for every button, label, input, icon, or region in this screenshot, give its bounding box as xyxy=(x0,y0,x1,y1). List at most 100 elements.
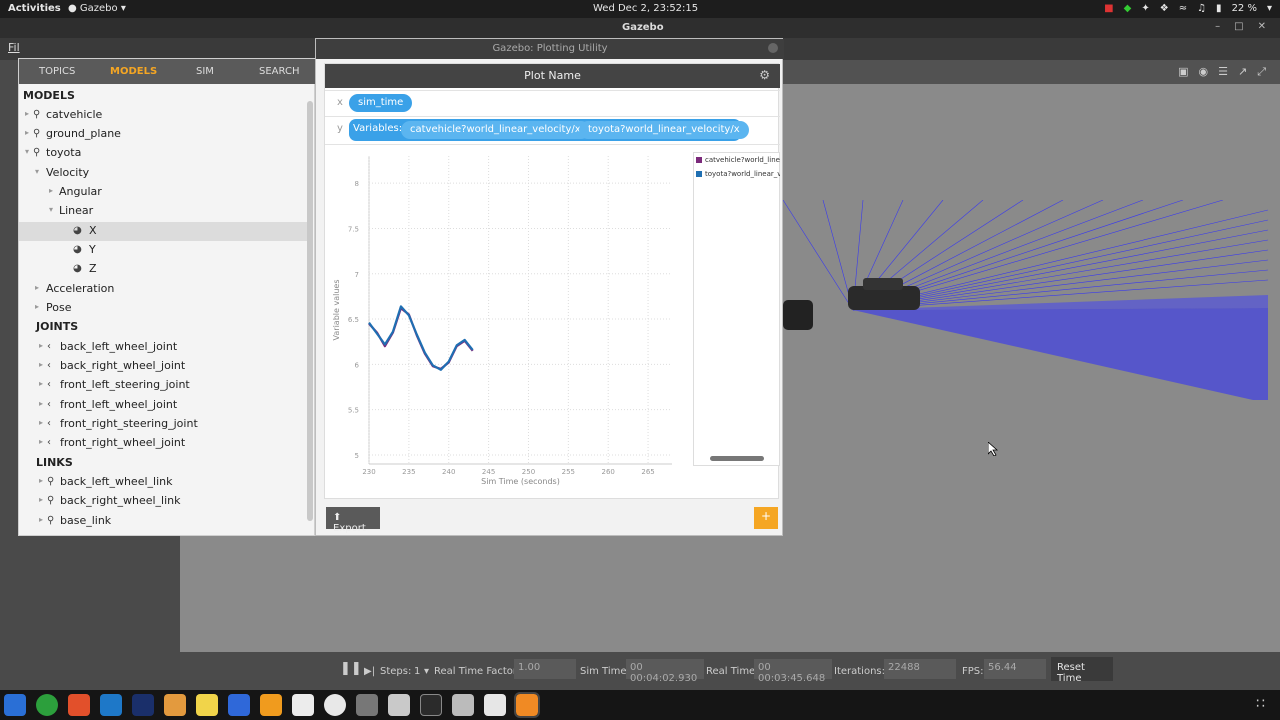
vehicle-catvehicle[interactable] xyxy=(783,300,813,330)
wps-icon[interactable] xyxy=(228,694,250,716)
plot-name[interactable]: Plot Name xyxy=(524,69,581,82)
recorder-icon[interactable]: ■ xyxy=(1104,3,1113,14)
tree-item-linear-x[interactable]: ◕ X xyxy=(19,222,309,241)
plot-variable-icon: ◕ xyxy=(73,263,82,274)
tree-item-link[interactable]: ▸ ⚲ base_link xyxy=(19,512,309,531)
calculator-icon[interactable] xyxy=(356,694,378,716)
notes-icon[interactable] xyxy=(196,694,218,716)
tree-item-pose[interactable]: ▸ Pose xyxy=(19,299,309,318)
tree-item-joint[interactable]: ▸ ‹ front_left_wheel_joint xyxy=(19,396,309,415)
wifi-icon[interactable]: ≈ xyxy=(1179,3,1187,14)
tree-item-link[interactable]: ▸ ⚲ back_left_wheel_link xyxy=(19,473,309,492)
legend-scrollbar[interactable] xyxy=(710,456,764,461)
maximize-icon[interactable]: □ xyxy=(1234,21,1243,32)
slack-icon[interactable]: ✦ xyxy=(1141,3,1149,14)
fps-label: FPS: xyxy=(962,666,984,677)
vehicle-toyota[interactable] xyxy=(848,278,920,310)
tree-item-catvehicle[interactable]: ▸ ⚲ catvehicle xyxy=(19,106,309,125)
plot-icon[interactable]: ↗ xyxy=(1238,65,1247,79)
gazebo-icon[interactable] xyxy=(514,692,540,718)
tree-item-joint[interactable]: ▸ ‹ back_left_wheel_joint xyxy=(19,338,309,357)
legend-swatch xyxy=(696,171,702,177)
export-button[interactable]: ⬆ Export xyxy=(326,507,380,534)
tab-topics[interactable]: TOPICS xyxy=(39,66,75,77)
camera-icon[interactable]: ▣ xyxy=(1178,65,1188,79)
tab-sim[interactable]: SIM xyxy=(196,66,214,77)
archive-icon[interactable] xyxy=(388,694,410,716)
tree-item-joint[interactable]: ▸ ‹ front_left_steering_joint xyxy=(19,376,309,395)
y-axis-title: Variable values xyxy=(332,280,341,341)
y-tick-label: 8 xyxy=(355,180,359,188)
file-menu[interactable]: Fil xyxy=(8,41,20,54)
iterations-field: 22488 xyxy=(884,659,956,679)
tree-item-toyota[interactable]: ▾ ⚲ toyota xyxy=(19,144,309,163)
step-icon[interactable]: ▶| xyxy=(364,666,375,677)
files-icon[interactable] xyxy=(164,694,186,716)
tree-item-velocity[interactable]: ▾ Velocity xyxy=(19,164,309,183)
y-variable-pill[interactable]: toyota?world_linear_velocity/x xyxy=(579,121,749,139)
tree-item-linear-z[interactable]: ◕ Z xyxy=(19,260,309,279)
g-icon[interactable] xyxy=(260,694,282,716)
clock[interactable]: Wed Dec 2, 23:52:15 xyxy=(593,3,698,14)
tree-item-angular[interactable]: ▸ Angular xyxy=(19,183,309,202)
reset-time-button[interactable]: Reset Time xyxy=(1051,657,1113,684)
record-icon[interactable]: ◉ xyxy=(1198,65,1208,79)
tree-item-linear-y[interactable]: ◕ Y xyxy=(19,241,309,260)
steps-value[interactable]: 1 xyxy=(414,666,420,677)
close-icon[interactable] xyxy=(768,43,778,53)
chevron-down-icon[interactable]: ▾ xyxy=(1267,3,1272,14)
tree-item-joint[interactable]: ▸ ‹ back_right_wheel_joint xyxy=(19,357,309,376)
chrome-icon[interactable] xyxy=(324,694,346,716)
battery-icon[interactable]: ▮ xyxy=(1216,3,1222,14)
text-editor-icon[interactable] xyxy=(484,694,506,716)
minimize-icon[interactable]: – xyxy=(1215,21,1220,32)
joints-header: JOINTS xyxy=(36,320,79,333)
expand-icon[interactable]: ⤢ xyxy=(1257,65,1266,79)
show-desktop-icon[interactable] xyxy=(4,694,26,716)
tree-item-link[interactable]: ▸ ⚲ back_right_wheel_link xyxy=(19,492,309,511)
brave-icon[interactable] xyxy=(68,694,90,716)
y-tick-label: 5 xyxy=(355,452,359,460)
steps-spinner-icon[interactable]: ▾ xyxy=(424,666,429,677)
y-variables-box[interactable]: Variables: catvehicle?world_linear_veloc… xyxy=(349,119,749,141)
x-tick-label: 235 xyxy=(402,468,415,476)
x-tick-label: 240 xyxy=(442,468,455,476)
pen-icon[interactable] xyxy=(132,694,154,716)
mouse-cursor-icon xyxy=(987,441,999,459)
add-plot-button[interactable]: + xyxy=(754,507,778,529)
tab-models[interactable]: MODELS xyxy=(110,66,157,77)
tree-scrollbar[interactable] xyxy=(307,101,313,521)
tree-item-ground-plane[interactable]: ▸ ⚲ ground_plane xyxy=(19,125,309,144)
tree-item-acceleration[interactable]: ▸ Acceleration xyxy=(19,280,309,299)
x-variable-pill[interactable]: sim_time xyxy=(349,94,413,112)
log-icon[interactable]: ☰ xyxy=(1218,65,1228,79)
velocity-chart[interactable]: 230 235 240 245 250 255 260 265 5 5.5 6 6.5 7 7.5 8 Si… xyxy=(327,148,687,498)
taskbar: ∷ xyxy=(0,690,1280,720)
dropbox-icon[interactable]: ❖ xyxy=(1160,3,1169,14)
tree-item-joint[interactable]: ▸ ‹ front_right_steering_joint xyxy=(19,415,309,434)
shield-icon[interactable]: ◆ xyxy=(1124,3,1132,14)
tab-search[interactable]: SEARCH xyxy=(259,66,299,77)
y-tick-label: 7.5 xyxy=(348,225,359,233)
variables-label: Variables: xyxy=(353,123,403,134)
tree-item-joint[interactable]: ▸ ‹ front_right_wheel_joint xyxy=(19,434,309,453)
activities-button[interactable]: Activities xyxy=(8,3,61,14)
terminal-icon[interactable] xyxy=(420,694,442,716)
tree-item-linear[interactable]: ▾ Linear xyxy=(19,202,309,221)
refresh-icon[interactable] xyxy=(36,694,58,716)
battery-level[interactable]: 22 % xyxy=(1232,3,1257,14)
app-grid-icon[interactable]: ∷ xyxy=(1254,694,1276,716)
y-variable-pill[interactable]: catvehicle?world_linear_velocity/x xyxy=(401,121,590,139)
gear-icon[interactable]: ⚙ xyxy=(759,68,770,82)
plot-canvas: Plot Name ⚙ x sim_time y Variables: catv… xyxy=(324,63,780,499)
model-icon: ⚲ xyxy=(33,147,41,158)
vscode-icon[interactable] xyxy=(100,694,122,716)
model-icon: ⚲ xyxy=(33,128,41,139)
pause-icon[interactable]: ❚❚ xyxy=(340,661,362,676)
app-menu[interactable]: ● Gazebo ▾ xyxy=(68,3,126,14)
close-icon[interactable]: ✕ xyxy=(1258,21,1266,32)
slack-icon[interactable] xyxy=(292,694,314,716)
settings-icon[interactable] xyxy=(452,694,474,716)
system-tray[interactable]: ■ ◆ ✦ ❖ ≈ ♫ ▮ 22 % ▾ xyxy=(1104,3,1272,14)
volume-icon[interactable]: ♫ xyxy=(1197,3,1206,14)
